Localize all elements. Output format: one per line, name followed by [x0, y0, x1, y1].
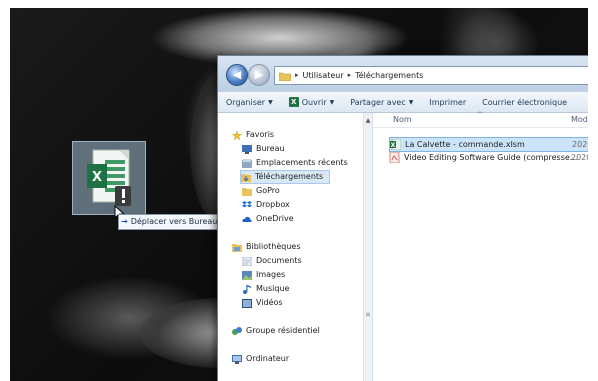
nav-item-recent[interactable]: Emplacements récents: [242, 157, 348, 169]
email-label: Courrier électronique: [482, 97, 568, 107]
drag-tooltip: → Déplacer vers Bureau: [118, 214, 223, 230]
nav-item-downloads[interactable]: Téléchargements: [240, 170, 331, 184]
breadcrumb-separator-icon: ▸: [295, 71, 299, 79]
file-row[interactable]: X La Calvette - commande.xlsm 2020-: [389, 137, 588, 152]
nav-label: Téléchargements: [255, 172, 324, 181]
nav-label: Ordinateur: [246, 354, 290, 363]
excel-file-icon: X: [390, 139, 401, 150]
pdf-file-icon: [389, 152, 400, 163]
nav-item-gopro[interactable]: GoPro: [242, 185, 280, 197]
navigation-scrollbar[interactable]: ▲ ≡: [363, 113, 372, 381]
folder-icon: [242, 187, 252, 196]
homegroup-icon: [232, 326, 242, 335]
organize-menu[interactable]: Organiser ▼: [218, 98, 281, 107]
nav-label: Bibliothèques: [246, 242, 301, 251]
organize-label: Organiser: [226, 97, 266, 107]
nav-item-onedrive[interactable]: OneDrive: [242, 213, 294, 225]
scrollbar-grip-icon[interactable]: ≡: [365, 311, 371, 321]
print-button[interactable]: Imprimer: [421, 98, 474, 107]
recent-places-icon: [242, 158, 252, 168]
file-row[interactable]: Video Editing Software Guide (compresse.…: [389, 151, 588, 164]
desktop-icon: [242, 144, 252, 154]
navigation-pane: Favoris Bureau Emplacements récents Télé…: [218, 113, 373, 381]
images-icon: [242, 270, 252, 280]
print-label: Imprimer: [429, 97, 467, 107]
breadcrumb-separator-icon: ▸: [347, 71, 352, 79]
star-icon: [232, 130, 242, 140]
nav-item-videos[interactable]: Vidéos: [242, 297, 283, 309]
nav-label: Favoris: [246, 130, 275, 139]
open-menu[interactable]: X Ouvrir ▼: [281, 97, 343, 107]
chevron-down-icon: ▼: [329, 98, 335, 106]
file-name: La Calvette - commande.xlsm: [405, 140, 525, 149]
explorer-content: Favoris Bureau Emplacements récents Télé…: [218, 111, 588, 381]
column-header-modified[interactable]: Modifi: [571, 115, 588, 124]
nav-label: Documents: [256, 256, 302, 265]
explorer-titlebar: ◀ ▶ ▸ Utilisateur ▸ Téléchargements: [218, 56, 588, 91]
nav-label: Dropbox: [256, 200, 290, 209]
column-header-name[interactable]: Nom: [393, 115, 412, 124]
breadcrumb-item[interactable]: Utilisateur: [303, 67, 344, 84]
back-button[interactable]: ◀: [226, 64, 248, 86]
nav-libraries[interactable]: Bibliothèques: [232, 241, 301, 253]
nav-label: GoPro: [256, 186, 280, 195]
column-header-row: Nom ^ Modifi: [373, 111, 588, 128]
nav-item-music[interactable]: Musique: [242, 283, 289, 295]
nav-homegroup[interactable]: Groupe résidentiel: [232, 325, 320, 337]
open-label: Ouvrir: [301, 97, 327, 107]
chevron-down-icon: ▼: [268, 98, 273, 106]
sort-ascending-icon: ^: [477, 111, 483, 119]
share-menu[interactable]: Partager avec ▼: [342, 98, 421, 107]
nav-label: Vidéos: [256, 298, 283, 307]
documents-icon: [242, 256, 252, 266]
address-bar[interactable]: ▸ Utilisateur ▸ Téléchargements: [274, 66, 588, 85]
explorer-window: ◀ ▶ ▸ Utilisateur ▸ Téléchargements Orga…: [217, 55, 588, 381]
excel-icon: X: [288, 97, 299, 107]
cloud-icon: [242, 216, 252, 222]
folder-icon: [279, 72, 291, 81]
library-icon: [232, 243, 242, 252]
file-date: 2020-: [572, 140, 588, 149]
dragged-file-icon[interactable]: X: [72, 141, 146, 215]
nav-item-bureau[interactable]: Bureau: [242, 143, 285, 155]
file-list: Nom ^ Modifi X La Calvette - commande.xl…: [373, 111, 588, 381]
downloads-folder-icon: [241, 173, 251, 182]
forward-button[interactable]: ▶: [248, 64, 270, 86]
nav-item-dropbox[interactable]: Dropbox: [242, 199, 290, 211]
excel-macro-file-icon: X: [87, 149, 131, 206]
nav-label: Musique: [256, 284, 290, 293]
svg-text:X: X: [92, 170, 102, 185]
desktop: X → Déplacer vers Bureau ◀ ▶ ▸ Utilisate…: [10, 8, 588, 381]
file-name: Video Editing Software Guide (compresse.…: [404, 153, 578, 162]
email-button[interactable]: Courrier électronique: [474, 98, 575, 107]
music-note-icon: [243, 284, 251, 294]
nav-label: Groupe résidentiel: [246, 326, 320, 335]
share-label: Partager avec: [350, 97, 406, 107]
dropbox-icon: [242, 200, 252, 207]
nav-label: Emplacements récents: [256, 158, 348, 167]
chevron-down-icon: ▼: [408, 98, 414, 106]
nav-label: Images: [256, 270, 286, 279]
computer-icon: [232, 354, 242, 364]
command-bar: Organiser ▼ X Ouvrir ▼ Partager avec ▼ I…: [218, 91, 588, 113]
nav-label: Bureau: [256, 144, 285, 153]
drag-tooltip-label: Déplacer vers Bureau: [130, 217, 218, 226]
file-date: 2020-: [571, 153, 588, 162]
breadcrumb-item[interactable]: Téléchargements: [355, 67, 423, 84]
svg-text:X: X: [391, 142, 396, 149]
video-icon: [242, 298, 252, 308]
nav-item-images[interactable]: Images: [242, 269, 285, 281]
move-arrow-icon: →: [121, 217, 128, 226]
nav-favorites[interactable]: Favoris: [232, 129, 274, 141]
nav-label: OneDrive: [256, 214, 294, 223]
nav-computer[interactable]: Ordinateur: [232, 353, 289, 365]
nav-item-documents[interactable]: Documents: [242, 255, 302, 267]
scroll-up-arrow-icon[interactable]: ▲: [364, 117, 372, 124]
